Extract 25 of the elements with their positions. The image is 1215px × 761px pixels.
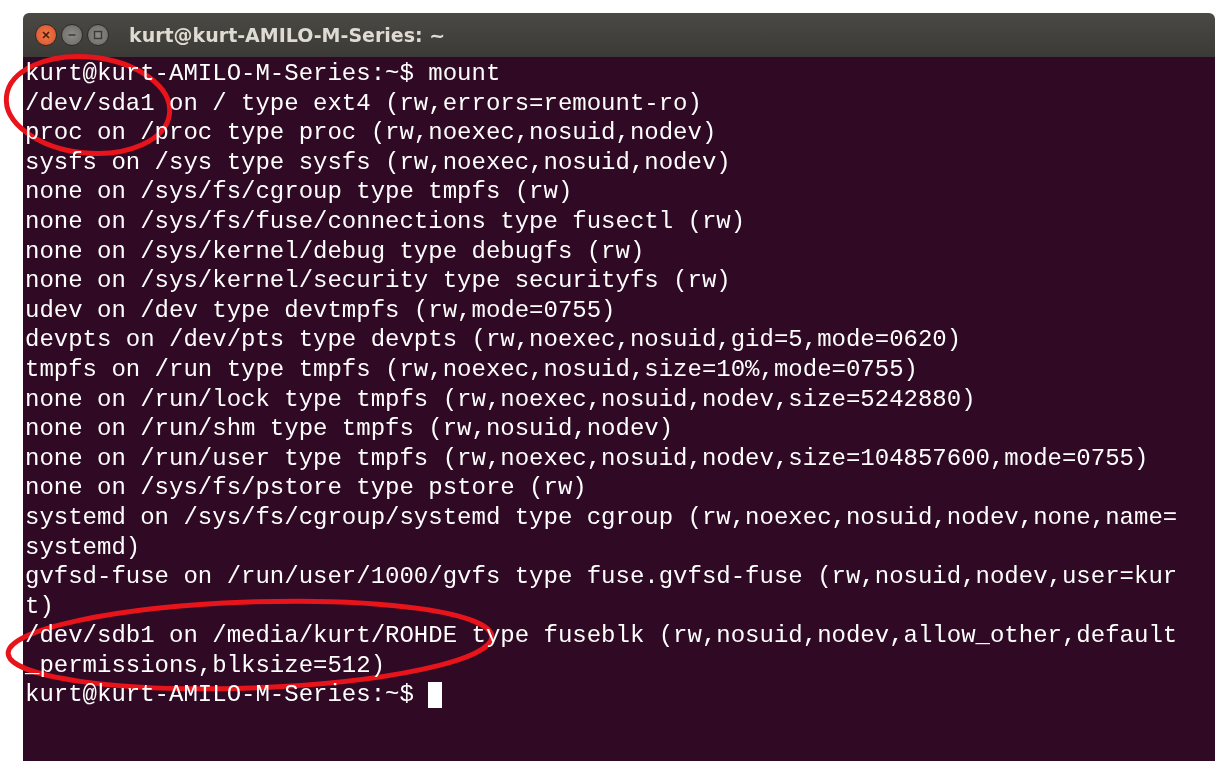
terminal-line: systemd) [25, 532, 141, 563]
terminal-line: none on /run/user type tmpfs (rw,noexec,nosuid,nodev,size=104857600,mode=0755) [25, 443, 1149, 474]
terminal-prompt: kurt@kurt-AMILO-M-Series:~$ [25, 680, 414, 711]
terminal-line: /dev/sda1 on / type ext4 (rw,errors=remount-ro) [25, 88, 702, 119]
terminal-line: _permissions,blksize=512) [25, 650, 386, 681]
terminal-line: none on /sys/kernel/debug type debugfs (rw) [25, 236, 645, 267]
terminal-line: gvfsd-fuse on /run/user/1000/gvfs type fuse.gvfsd-fuse (rw,nosuid,nodev,user=kur [25, 562, 1178, 592]
terminal-line: udev on /dev type devtmpfs (rw,mode=0755) [25, 295, 616, 326]
terminal-line: none on /run/shm type tmpfs (rw,nosuid,nodev) [25, 414, 674, 444]
terminal-line: systemd on /sys/fs/cgroup/systemd type cgroup (rw,noexec,nosuid,nodev,none,name= [25, 502, 1178, 533]
terminal-line: t) [25, 591, 54, 622]
terminal-line: devpts on /dev/pts type devpts (rw,noexec,nosuid,gid=5,mode=0620) [25, 325, 962, 355]
terminal-line: none on /sys/fs/cgroup type tmpfs (rw) [25, 177, 573, 207]
terminal-line: none on /sys/fs/fuse/connections type fusectl (rw) [25, 206, 746, 237]
minimize-button[interactable] [61, 24, 83, 46]
window-title: kurt@kurt-AMILO-M-Series: ~ [129, 22, 446, 48]
terminal-line: tmpfs on /run type tmpfs (rw,noexec,nosuid,size=10%,mode=0755) [25, 354, 918, 385]
terminal-line: none on /run/lock type tmpfs (rw,noexec,nosuid,nodev,size=5242880) [25, 384, 976, 415]
close-icon [41, 30, 51, 40]
terminal-line: none on /sys/kernel/security type securityfs (rw) [25, 266, 731, 296]
terminal-line: none on /sys/fs/pstore type pstore (rw) [25, 473, 587, 503]
maximize-icon [93, 30, 103, 40]
maximize-button[interactable] [87, 24, 109, 46]
close-button[interactable] [35, 24, 57, 46]
terminal-line: sysfs on /sys type sysfs (rw,noexec,nosuid,nodev) [25, 147, 731, 178]
